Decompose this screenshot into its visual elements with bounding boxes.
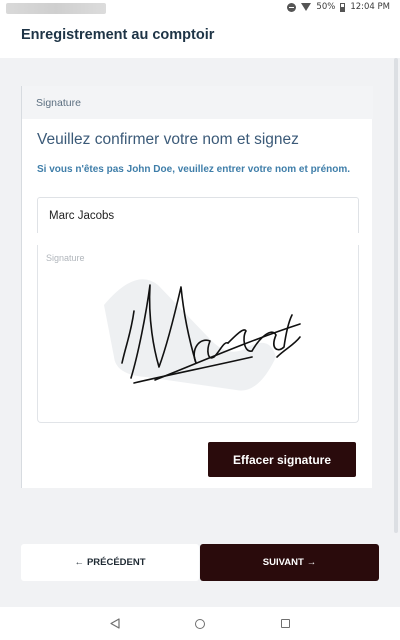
signature-pad[interactable]: Signature: [37, 245, 359, 423]
next-button[interactable]: SUIVANT →: [200, 544, 379, 581]
scrollbar[interactable]: [394, 58, 398, 533]
clear-signature-button[interactable]: Effacer signature: [208, 442, 356, 477]
card-title: Veuillez confirmer votre nom et signez: [37, 131, 299, 148]
wifi-icon: [301, 3, 312, 11]
home-icon[interactable]: [195, 619, 205, 629]
signature-card: Signature Veuillez confirmer votre nom e…: [21, 86, 373, 488]
next-label: SUIVANT: [262, 557, 304, 568]
status-indicators: 50% 12:04 PM: [287, 2, 390, 12]
name-input[interactable]: [37, 197, 359, 233]
app-bar: Enregistrement au comptoir: [0, 16, 400, 58]
section-label: Signature: [36, 97, 81, 109]
battery-icon: [340, 2, 346, 12]
status-bar: 50% 12:04 PM: [0, 0, 400, 16]
previous-button[interactable]: ← PRÉCÉDENT: [21, 544, 199, 581]
system-nav-bar: [0, 607, 400, 640]
arrow-left-icon: ←: [74, 557, 84, 568]
arrow-right-icon: →: [306, 557, 317, 568]
signature-drawing: [104, 279, 301, 391]
status-notifications-blurred: [6, 3, 106, 14]
previous-label: PRÉCÉDENT: [86, 557, 146, 568]
battery-percent: 50%: [316, 2, 336, 12]
back-icon[interactable]: [110, 618, 120, 629]
instructions-text: Si vous n'êtes pas John Doe, veuillez en…: [37, 164, 351, 175]
card-header: Signature: [22, 86, 373, 119]
recent-apps-icon[interactable]: [281, 619, 290, 628]
page-title: Enregistrement au comptoir: [21, 27, 215, 43]
status-time: 12:04 PM: [350, 2, 390, 12]
do-not-disturb-icon: [287, 2, 297, 12]
